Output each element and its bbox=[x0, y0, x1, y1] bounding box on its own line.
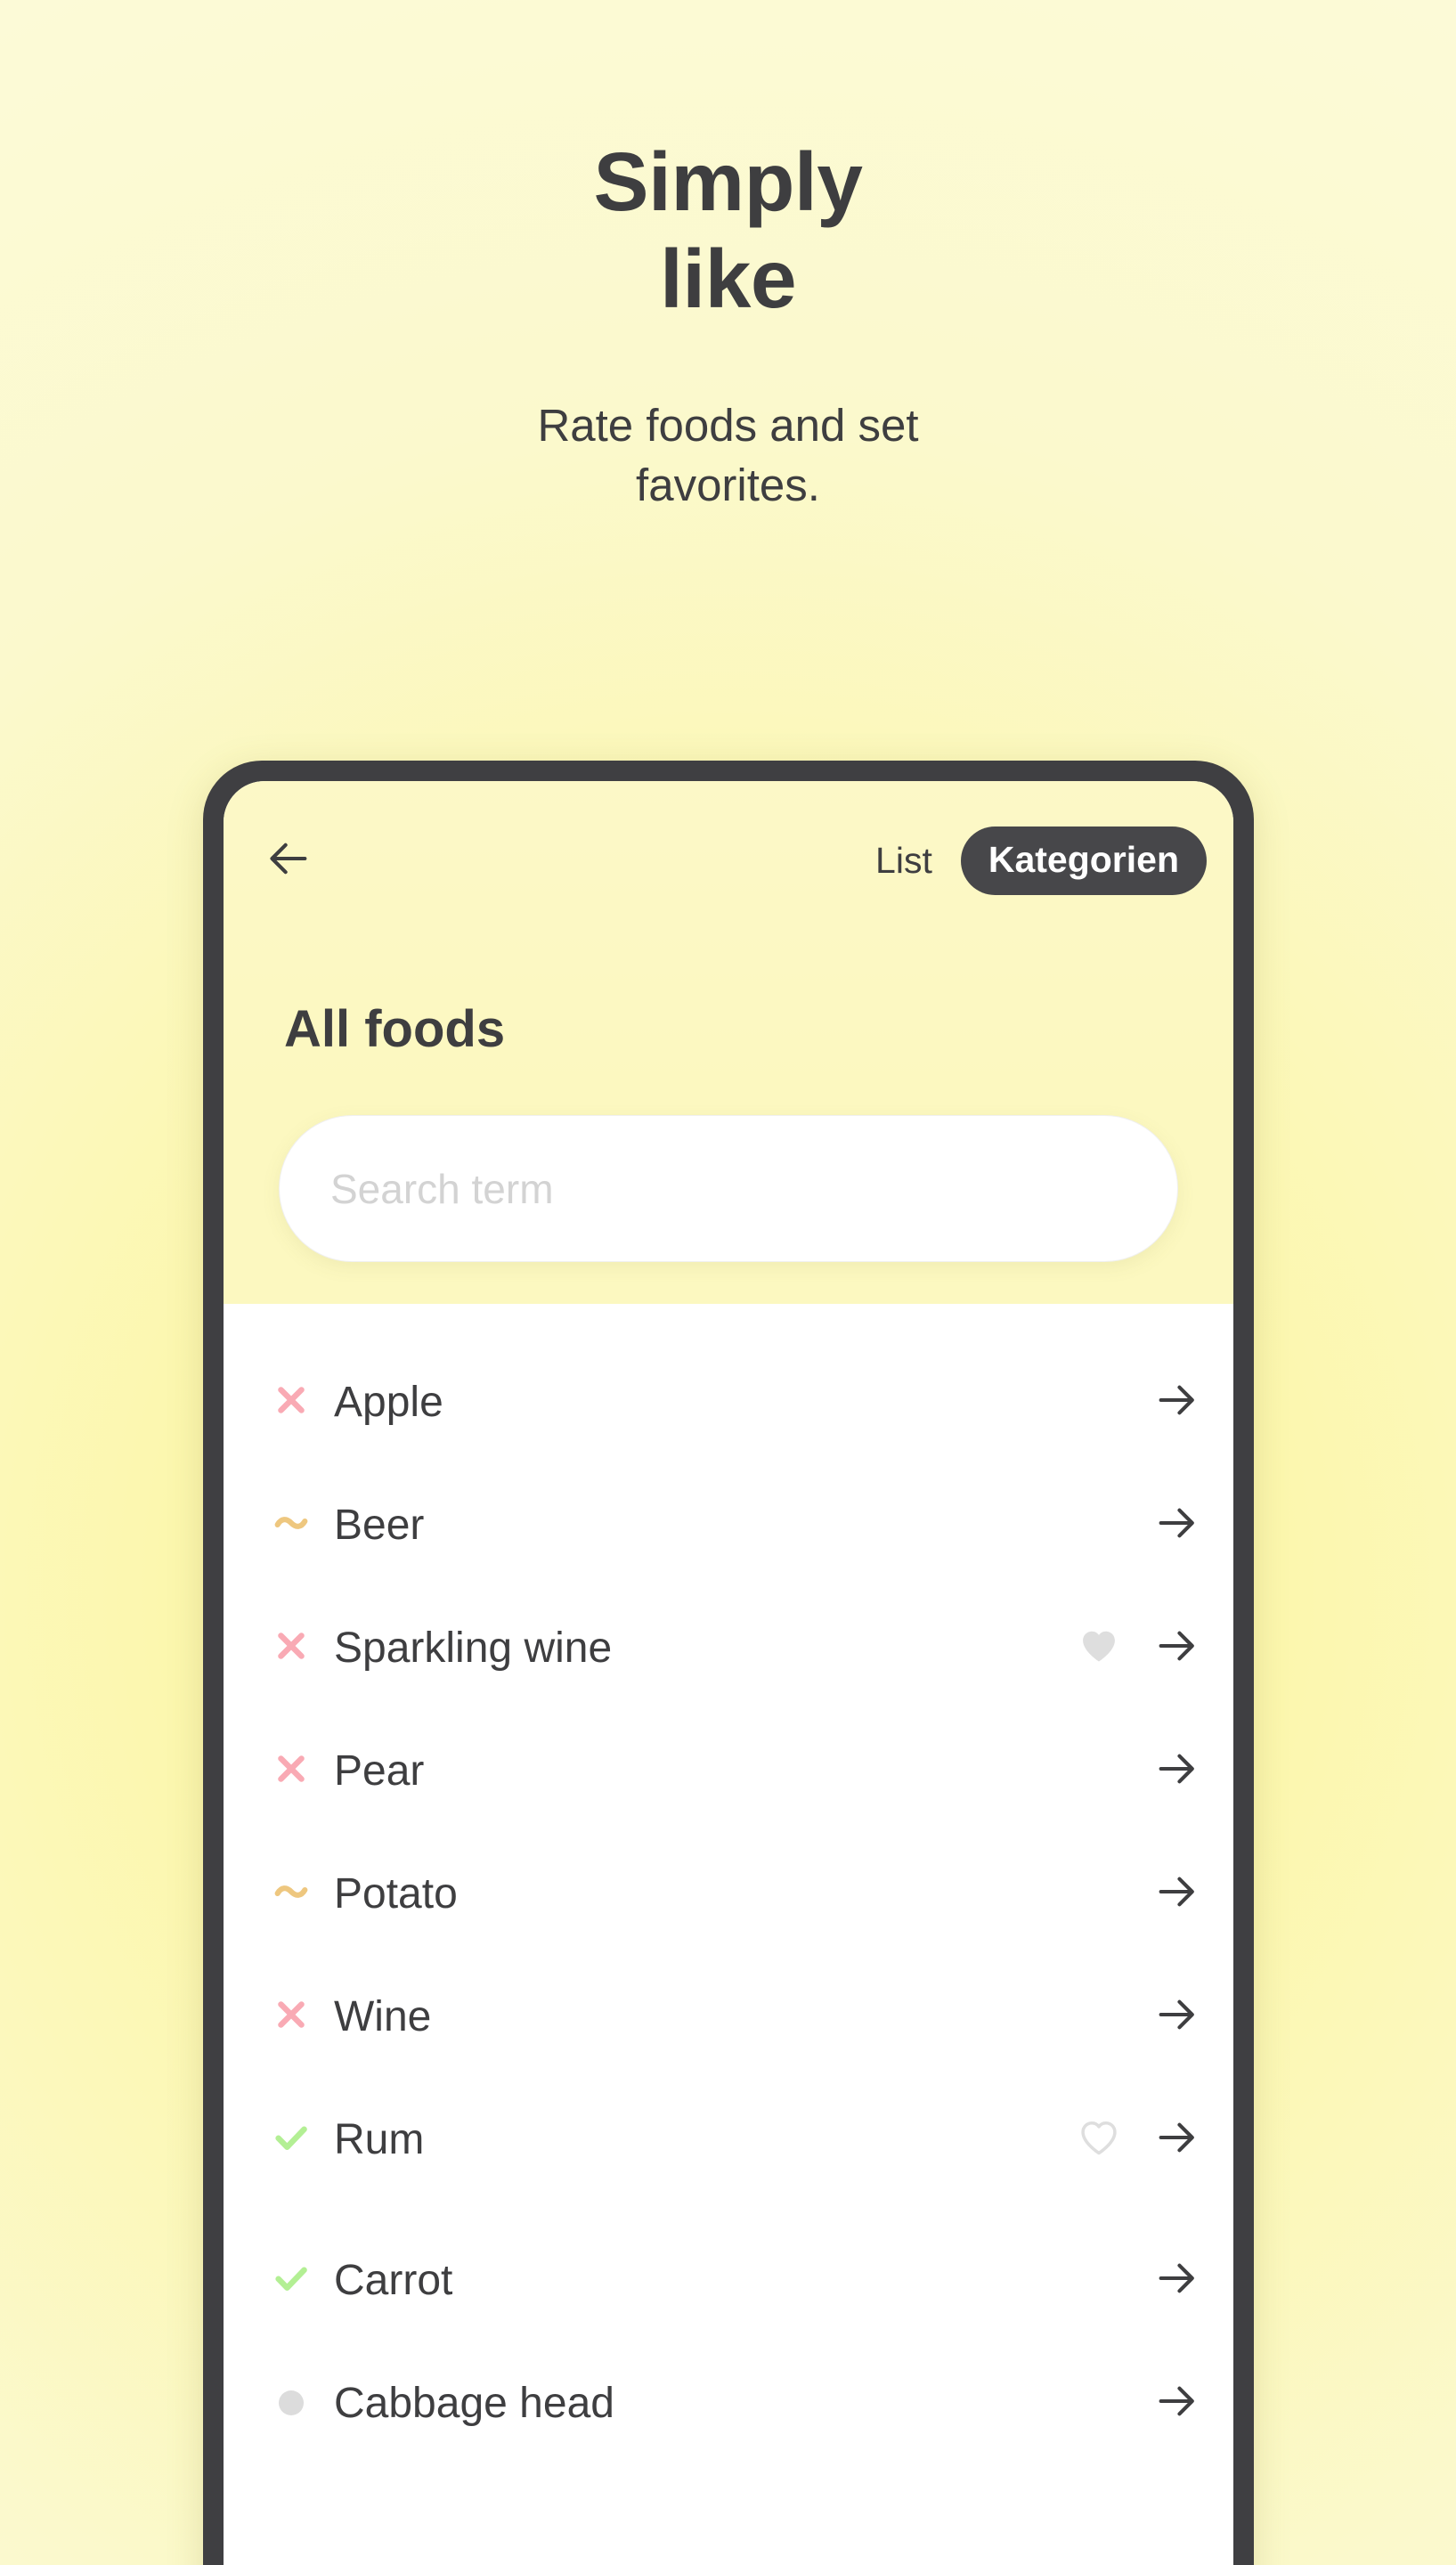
row-open-button[interactable] bbox=[1134, 2255, 1200, 2306]
arrow-right-icon[interactable] bbox=[1153, 1869, 1200, 1919]
heart-outline-icon[interactable] bbox=[1077, 2115, 1121, 2164]
app-topbar: List Kategorien bbox=[224, 814, 1233, 907]
promo-headline: Simply like bbox=[593, 135, 863, 325]
arrow-right-icon[interactable] bbox=[1153, 1377, 1200, 1428]
food-name: Carrot bbox=[334, 2256, 453, 2304]
food-row[interactable]: Pear bbox=[224, 1709, 1233, 1832]
tilde-icon bbox=[271, 1502, 312, 1548]
food-row[interactable]: Cabbage head bbox=[224, 2341, 1233, 2464]
food-name: Apple bbox=[334, 1378, 443, 1426]
back-button[interactable] bbox=[256, 826, 323, 894]
food-row[interactable]: Sparkling wine bbox=[224, 1586, 1233, 1709]
rating-indicator[interactable] bbox=[261, 1994, 321, 2040]
rating-indicator[interactable] bbox=[261, 1625, 321, 1671]
search-field-wrapper: Search term bbox=[279, 1115, 1178, 1262]
food-name: Rum bbox=[334, 2115, 425, 2163]
promo-subtitle: Rate foods and set favorites. bbox=[537, 399, 919, 511]
food-list[interactable]: Apple Beer Sparkling wine Pear Potato Wine Rum… bbox=[224, 1308, 1233, 2565]
rating-indicator[interactable] bbox=[261, 1380, 321, 1425]
check-icon bbox=[271, 2258, 312, 2303]
rating-indicator[interactable] bbox=[261, 2117, 321, 2162]
food-name: Potato bbox=[334, 1869, 458, 1918]
row-open-button[interactable] bbox=[1134, 1377, 1200, 1428]
rating-indicator[interactable] bbox=[261, 2390, 321, 2415]
phone-mockup: List Kategorien All foods Search term Ap… bbox=[203, 761, 1254, 2565]
food-row[interactable]: Carrot bbox=[224, 2219, 1233, 2341]
page-title: All foods bbox=[284, 1000, 506, 1058]
food-row[interactable]: Beer bbox=[224, 1463, 1233, 1586]
row-open-button[interactable] bbox=[1134, 2378, 1200, 2429]
cross-icon bbox=[271, 1380, 312, 1425]
arrow-right-icon[interactable] bbox=[1153, 1500, 1200, 1551]
row-open-button[interactable] bbox=[1134, 1746, 1200, 1796]
arrow-right-icon[interactable] bbox=[1153, 1746, 1200, 1796]
rating-indicator[interactable] bbox=[261, 1748, 321, 1794]
tab-kategorien[interactable]: Kategorien bbox=[960, 826, 1207, 895]
arrow-right-icon[interactable] bbox=[1153, 1991, 1200, 2042]
row-open-button[interactable] bbox=[1134, 1500, 1200, 1551]
arrow-right-icon[interactable] bbox=[1153, 2114, 1200, 2165]
heart-filled-icon[interactable] bbox=[1077, 1624, 1121, 1673]
cross-icon bbox=[271, 1748, 312, 1794]
row-open-button[interactable] bbox=[1134, 1869, 1200, 1919]
food-row[interactable]: Apple bbox=[224, 1340, 1233, 1463]
arrow-right-icon[interactable] bbox=[1153, 1623, 1200, 1673]
food-row[interactable]: Wine bbox=[224, 1955, 1233, 2078]
dot-shape bbox=[279, 2390, 304, 2415]
arrow-right-icon[interactable] bbox=[1153, 2255, 1200, 2306]
row-open-button[interactable] bbox=[1134, 1991, 1200, 2042]
food-row[interactable]: Potato bbox=[224, 1832, 1233, 1955]
food-name: Beer bbox=[334, 1501, 425, 1549]
cross-icon bbox=[271, 1625, 312, 1671]
arrow-left-icon bbox=[266, 835, 313, 886]
dot-icon bbox=[279, 2390, 304, 2415]
food-name: Pear bbox=[334, 1747, 425, 1795]
food-name: Wine bbox=[334, 1992, 432, 2040]
promo-copy: Simply like Rate foods and set favorites… bbox=[0, 0, 1456, 516]
cross-icon bbox=[271, 1994, 312, 2040]
search-placeholder: Search term bbox=[330, 1165, 554, 1212]
check-icon bbox=[271, 2117, 312, 2162]
row-open-button[interactable] bbox=[1134, 1623, 1200, 1673]
food-row[interactable]: Rum bbox=[224, 2078, 1233, 2201]
promo-page: Simply like Rate foods and set favorites… bbox=[0, 0, 1456, 2565]
food-name: Cabbage head bbox=[334, 2379, 614, 2427]
rating-indicator[interactable] bbox=[261, 2258, 321, 2303]
tilde-icon bbox=[271, 1871, 312, 1917]
favorite-slot[interactable] bbox=[1064, 1624, 1134, 1673]
search-input[interactable]: Search term bbox=[279, 1115, 1178, 1262]
favorite-slot[interactable] bbox=[1064, 2115, 1134, 2164]
row-open-button[interactable] bbox=[1134, 2114, 1200, 2165]
rating-indicator[interactable] bbox=[261, 1502, 321, 1548]
phone-screen: List Kategorien All foods Search term Ap… bbox=[224, 781, 1233, 2565]
food-name: Sparkling wine bbox=[334, 1624, 613, 1672]
arrow-right-icon[interactable] bbox=[1153, 2378, 1200, 2429]
tab-list[interactable]: List bbox=[866, 840, 941, 882]
rating-indicator[interactable] bbox=[261, 1871, 321, 1917]
